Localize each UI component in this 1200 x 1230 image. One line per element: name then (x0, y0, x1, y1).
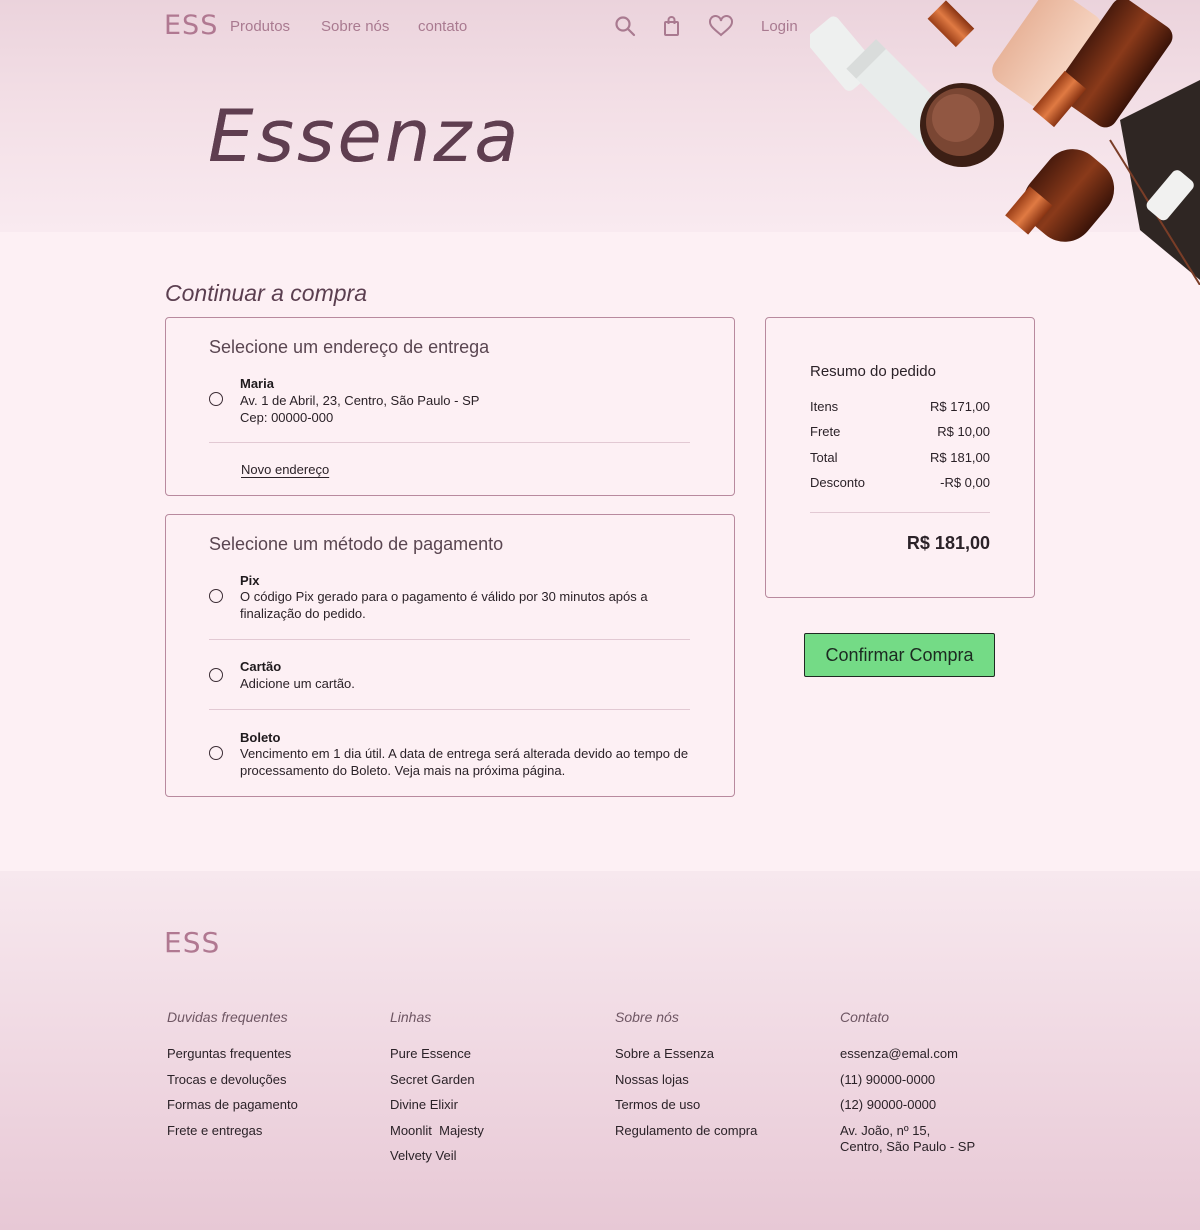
footer-link[interactable]: Divine Elixir (390, 1097, 610, 1123)
footer-heading: Linhas (390, 1009, 432, 1025)
nav-contato[interactable]: contato (418, 18, 467, 35)
confirm-purchase-button[interactable]: Confirmar Compra (804, 633, 995, 677)
address-card: Selecione um endereço de entrega Maria A… (165, 317, 735, 496)
footer-column-sobre: Sobre nós Sobre a Essenza Nossas lojas T… (615, 1009, 835, 1148)
login-link[interactable]: Login (761, 18, 798, 35)
pix-title: Pix (240, 573, 260, 588)
address-name: Maria (240, 376, 274, 391)
footer-link[interactable]: Frete e entregas (167, 1123, 387, 1149)
summary-label-total: Total (810, 450, 838, 465)
pix-radio[interactable] (209, 589, 223, 603)
footer-link[interactable]: Velvety Veil (390, 1148, 610, 1174)
footer-link[interactable]: Trocas e devoluções (167, 1072, 387, 1098)
footer: ESS Duvidas frequentes Perguntas frequen… (0, 871, 1200, 1230)
footer-link[interactable]: Secret Garden (390, 1072, 610, 1098)
cosmetics-product-image (810, 0, 1200, 285)
shopping-bag-icon[interactable] (661, 15, 683, 37)
address-line: Av. 1 de Abril, 23, Centro, São Paulo - … (240, 393, 480, 408)
footer-phone[interactable]: (11) 90000-0000 (840, 1072, 1060, 1098)
grand-total: R$ 181,00 (906, 533, 990, 553)
footer-link[interactable]: Sobre a Essenza (615, 1046, 835, 1072)
nav-produtos[interactable]: Produtos (230, 18, 290, 35)
footer-link[interactable]: Perguntas frequentes (167, 1046, 387, 1072)
nav-sobre-nos[interactable]: Sobre nós (321, 18, 389, 35)
divider (209, 709, 690, 710)
heart-icon[interactable] (708, 15, 734, 37)
summary-label-itens: Itens (810, 399, 839, 414)
search-icon[interactable] (614, 15, 636, 37)
order-summary-card: Resumo do pedido Itens R$ 171,00 Frete R… (765, 317, 1035, 598)
brand-title: Essenza (208, 94, 522, 178)
cartao-description: Adicione um cartão. (240, 676, 355, 691)
footer-column-contato: Contato essenza@emal.com (11) 90000-0000… (840, 1009, 1060, 1157)
address-heading: Selecione um endereço de entrega (209, 337, 490, 357)
footer-link[interactable]: Nossas lojas (615, 1072, 835, 1098)
footer-column-linhas: Linhas Pure Essence Secret Garden Divine… (390, 1009, 610, 1174)
footer-link[interactable]: Pure Essence (390, 1046, 610, 1072)
footer-link[interactable]: Moonlit Majesty (390, 1123, 610, 1149)
cartao-radio[interactable] (209, 668, 223, 682)
page-title: Continuar a compra (165, 280, 367, 306)
summary-heading: Resumo do pedido (810, 363, 936, 380)
payment-heading: Selecione um método de pagamento (209, 534, 504, 554)
summary-value-itens: R$ 171,00 (930, 399, 990, 414)
address-cep: Cep: 00000-000 (240, 410, 334, 425)
footer-logo[interactable]: ESS (164, 926, 220, 959)
cartao-title: Cartão (240, 659, 282, 674)
payment-option-cartao[interactable]: Cartão Adicione um cartão. (209, 659, 689, 693)
payment-option-pix[interactable]: Pix O código Pix gerado para o pagamento… (209, 573, 689, 621)
footer-heading: Contato (840, 1009, 890, 1025)
address-radio[interactable] (209, 392, 223, 406)
footer-column-duvidas: Duvidas frequentes Perguntas frequentes … (167, 1009, 387, 1148)
pix-description: O código Pix gerado para o pagamento é v… (240, 589, 648, 621)
boleto-radio[interactable] (209, 746, 223, 760)
boleto-title: Boleto (240, 730, 281, 745)
summary-value-total: R$ 181,00 (930, 450, 990, 465)
footer-email[interactable]: essenza@emal.com (840, 1046, 1060, 1072)
payment-card: Selecione um método de pagamento Pix O c… (165, 514, 735, 797)
boleto-description: Vencimento em 1 dia útil. A data de entr… (240, 746, 689, 778)
footer-link[interactable]: Formas de pagamento (167, 1097, 387, 1123)
footer-heading: Sobre nós (615, 1009, 679, 1025)
summary-label-desconto: Desconto (810, 475, 865, 490)
footer-link[interactable]: Termos de uso (615, 1097, 835, 1123)
divider (810, 512, 990, 513)
footer-link[interactable]: Regulamento de compra (615, 1123, 835, 1149)
footer-address: Av. João, nº 15, Centro, São Paulo - SP (840, 1122, 976, 1154)
summary-value-frete: R$ 10,00 (937, 424, 990, 439)
footer-phone[interactable]: (12) 90000-0000 (840, 1097, 1060, 1123)
divider (209, 639, 690, 640)
summary-label-frete: Frete (810, 424, 841, 439)
divider (209, 442, 690, 443)
footer-heading: Duvidas frequentes (167, 1009, 288, 1025)
new-address-link[interactable]: Novo endereço (241, 462, 329, 477)
payment-option-boleto[interactable]: Boleto Vencimento em 1 dia útil. A data … (209, 730, 689, 778)
address-option-maria[interactable]: Maria Av. 1 de Abril, 23, Centro, São Pa… (209, 376, 689, 426)
summary-value-desconto: -R$ 0,00 (940, 475, 990, 490)
brand-logo[interactable]: ESS (164, 10, 218, 41)
